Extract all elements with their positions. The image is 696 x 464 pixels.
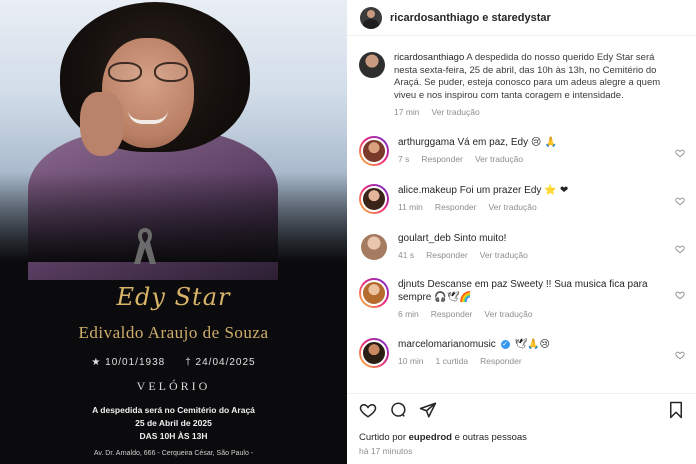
commenter-avatar[interactable] [361, 138, 387, 164]
author-avatar[interactable] [360, 6, 382, 29]
reply-link[interactable]: Responder [435, 202, 477, 212]
comment-emoji: 🕊🙏😢 [514, 339, 550, 350]
comment-username[interactable]: goulart_deb [398, 233, 451, 244]
star-icon: ★ [91, 357, 102, 368]
heart-icon[interactable] [675, 148, 685, 158]
commenter-avatar[interactable] [361, 340, 387, 366]
commenter-avatar[interactable] [361, 280, 387, 306]
reply-link[interactable]: Responder [431, 309, 473, 319]
memorial-info: A despedida será no Cemitério do Araçá 2… [92, 405, 255, 441]
reply-link[interactable]: Responder [421, 154, 463, 164]
comment-item: marcelomarianomusic ✓ 🕊🙏😢 10 min 1 curti… [359, 338, 689, 368]
caption-time: 17 min [394, 107, 420, 117]
post-image[interactable]: Edy Star Edivaldo Araujo de Souza ★ 10/0… [0, 0, 347, 464]
comment-emoji: 🎧🕊🌈 [434, 292, 472, 303]
verified-badge-icon: ✓ [500, 339, 510, 349]
portrait-glasses [108, 62, 188, 84]
death-date: † 24/04/2025 [185, 357, 256, 368]
post-panel: ricardosanthiago e staredystar ricardosa… [347, 0, 696, 464]
memorial-full-name: Edivaldo Araujo de Souza [78, 323, 269, 342]
comment-time: 6 min [398, 309, 419, 319]
mourning-ribbon-icon [134, 228, 156, 264]
commenter-avatar[interactable] [361, 234, 387, 260]
post-caption: ricardosanthiago A despedida do nosso qu… [359, 52, 689, 117]
comment-username[interactable]: marcelomarianomusic [398, 339, 496, 350]
comment-username[interactable]: djnuts [398, 279, 425, 290]
reply-link[interactable]: Responder [480, 356, 522, 366]
birth-date: ★ 10/01/1938 [91, 357, 166, 368]
comment-bubble-icon[interactable] [389, 401, 407, 419]
translate-link[interactable]: Ver tradução [480, 250, 528, 260]
comment-likes[interactable]: 1 curtida [436, 356, 469, 366]
comment-username[interactable]: arthurggama [398, 137, 455, 148]
memorial-dates: ★ 10/01/1938 † 24/04/2025 [0, 357, 347, 368]
cross-icon: † [185, 357, 192, 368]
heart-icon[interactable] [675, 290, 685, 300]
heart-icon[interactable] [675, 244, 685, 254]
comment-emoji: ⭐ ❤ [544, 185, 569, 196]
reply-link[interactable]: Responder [426, 250, 468, 260]
memorial-name-script: Edy Star [116, 283, 231, 311]
commenter-avatar[interactable] [361, 186, 387, 212]
translate-link[interactable]: Ver tradução [475, 154, 523, 164]
post-time-ago: há 17 minutos [359, 446, 413, 456]
translate-link[interactable]: Ver tradução [488, 202, 536, 212]
like-heart-icon[interactable] [359, 401, 377, 419]
caption-avatar[interactable] [359, 52, 385, 78]
comment-username[interactable]: alice.makeup [398, 185, 457, 196]
comment-item: alice.makeup Foi um prazer Edy ⭐ ❤ 11 mi… [359, 184, 689, 214]
comment-text: Sinto muito! [453, 233, 507, 244]
story-ring[interactable] [359, 184, 389, 214]
share-send-icon[interactable] [419, 401, 437, 419]
comment-item: djnuts Descanse em paz Sweety !! Sua mus… [359, 278, 689, 319]
portrait-photo [0, 0, 347, 280]
heart-icon[interactable] [675, 350, 685, 360]
post-actions: Curtido por eupedrod e outras pessoas há… [347, 393, 696, 464]
post-header: ricardosanthiago e staredystar [347, 0, 696, 36]
comment-item: goulart_deb Sinto muito! 41 s Responder … [359, 232, 689, 262]
liked-by-text[interactable]: Curtido por eupedrod e outras pessoas [359, 432, 527, 443]
comment-text: Vá em paz, Edy [457, 137, 529, 148]
comment-time: 11 min [398, 202, 423, 212]
author-names[interactable]: ricardosanthiago e staredystar [390, 12, 551, 24]
comment-emoji: 😢 🙏 [530, 137, 557, 148]
caption-username[interactable]: ricardosanthiago [394, 52, 464, 63]
portrait-hand [80, 92, 124, 156]
comment-text: Foi um prazer Edy [459, 185, 542, 196]
bookmark-icon[interactable] [668, 401, 684, 419]
comments-scroll-area[interactable]: ricardosanthiago A despedida do nosso qu… [347, 44, 696, 394]
comment-time: 10 min [398, 356, 424, 366]
story-ring[interactable] [359, 278, 389, 308]
comment-item: arthurggama Vá em paz, Edy 😢 🙏 7 s Respo… [359, 136, 689, 166]
memorial-address: Av. Dr. Arnaldo, 666 - Cerqueira César, … [93, 450, 254, 457]
translate-link[interactable]: Ver tradução [484, 309, 532, 319]
comment-time: 41 s [398, 250, 415, 260]
story-ring[interactable] [359, 338, 389, 368]
liked-by-user[interactable]: eupedrod [409, 432, 452, 443]
heart-icon[interactable] [675, 196, 685, 206]
comment-time: 7 s [398, 154, 410, 164]
memorial-event: VELÓRIO [136, 379, 211, 393]
caption-translate-link[interactable]: Ver tradução [432, 107, 480, 117]
story-ring[interactable] [359, 136, 389, 166]
